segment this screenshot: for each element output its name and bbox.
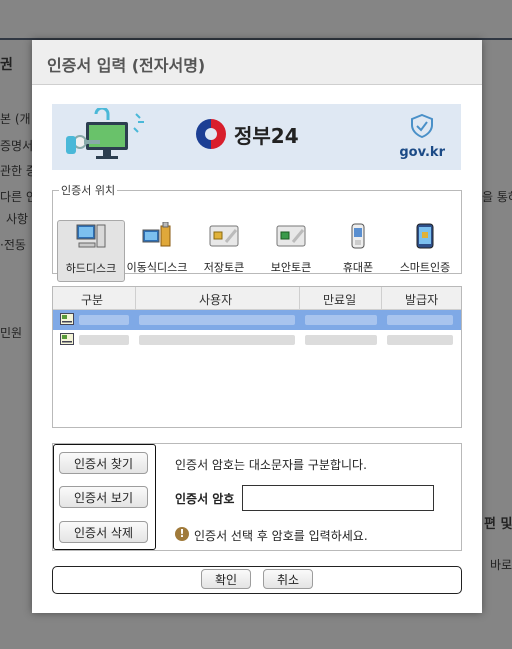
storage-token-icon [209, 225, 239, 247]
removable-disk-icon [142, 221, 171, 247]
location-security-token[interactable]: 보안토큰 [258, 220, 324, 280]
dialog-footer: 확인 취소 [52, 566, 462, 594]
table-row[interactable] [53, 330, 461, 350]
password-label: 인증서 암호 [175, 492, 235, 506]
certificate-location-group: 인증서 위치 하드디스크 이동식디스크 저장토큰 보안토큰 휴대폰 스마트인증 [52, 182, 462, 282]
computer-key-icon [66, 108, 144, 159]
smart-auth-icon [416, 223, 434, 249]
case-sensitive-notice: 인증서 암호는 대소문자를 구분합니다. [175, 458, 367, 472]
blurred-expiry-cell [305, 315, 377, 325]
location-label: 이동식디스크 [126, 261, 188, 274]
location-removable-disk[interactable]: 이동식디스크 [124, 220, 190, 280]
confirm-button[interactable]: 확인 [201, 569, 251, 589]
blurred-type-cell [79, 335, 129, 345]
certificate-button-group: 인증서 찾기 인증서 보기 인증서 삭제 [53, 444, 156, 550]
column-header-expiry: 만료일 [323, 293, 357, 307]
certificate-dialog: 인증서 입력 (전자서명) 정부24 gov.kr 인증서 위치 하드디스크 이… [32, 40, 482, 613]
location-label: 저장토큰 [203, 261, 245, 274]
cancel-button[interactable]: 취소 [263, 569, 313, 589]
location-label: 휴대폰 [342, 261, 374, 274]
info-icon: ! [175, 527, 189, 541]
table-header: 구분 사용자 만료일 발급자 [53, 287, 461, 310]
blurred-issuer-cell [387, 315, 453, 325]
password-input[interactable] [242, 485, 434, 511]
location-label: 보안토큰 [270, 261, 312, 274]
blurred-type-cell [79, 315, 129, 325]
column-header-type: 구분 [81, 293, 104, 307]
location-mobile-phone[interactable]: 휴대폰 [325, 220, 391, 280]
column-header-issuer: 발급자 [405, 293, 439, 307]
hard-disk-icon [76, 224, 106, 248]
dialog-title: 인증서 입력 (전자서명) [47, 56, 206, 75]
password-panel: 인증서 찾기 인증서 보기 인증서 삭제 인증서 암호는 대소문자를 구분합니다… [52, 443, 462, 551]
shield-check-icon [411, 113, 434, 139]
certificate-icon [60, 313, 74, 325]
govkr-text: gov.kr [399, 145, 445, 160]
column-header-user: 사용자 [199, 293, 233, 307]
mobile-phone-icon [351, 223, 365, 249]
location-legend: 인증서 위치 [61, 184, 116, 197]
table-row[interactable] [53, 310, 461, 330]
blurred-user-cell [139, 315, 295, 325]
dialog-title-bar: 인증서 입력 (전자서명) [32, 40, 482, 85]
location-smart-auth[interactable]: 스마트인증 [392, 220, 458, 280]
certificate-table: 구분 사용자 만료일 발급자 [52, 286, 462, 428]
delete-certificate-button[interactable]: 인증서 삭제 [59, 521, 148, 543]
blurred-user-cell [139, 335, 295, 345]
location-storage-token[interactable]: 저장토큰 [191, 220, 257, 280]
view-certificate-button[interactable]: 인증서 보기 [59, 486, 148, 508]
location-label: 하드디스크 [65, 262, 117, 275]
certificate-icon [60, 333, 74, 345]
security-token-icon [276, 225, 306, 247]
gov24-banner: 정부24 gov.kr [52, 104, 461, 170]
gov24-logo-text: 정부24 [234, 123, 299, 148]
taegeuk-icon [196, 119, 226, 149]
blurred-issuer-cell [387, 335, 453, 345]
gov24-logo: 정부24 [196, 119, 299, 149]
govkr-logo: gov.kr [399, 113, 445, 160]
find-certificate-button[interactable]: 인증서 찾기 [59, 452, 148, 474]
location-hard-disk[interactable]: 하드디스크 [57, 220, 125, 282]
password-hint: 인증서 선택 후 암호를 입력하세요. [194, 529, 368, 543]
location-label: 스마트인증 [399, 261, 451, 274]
blurred-expiry-cell [305, 335, 377, 345]
